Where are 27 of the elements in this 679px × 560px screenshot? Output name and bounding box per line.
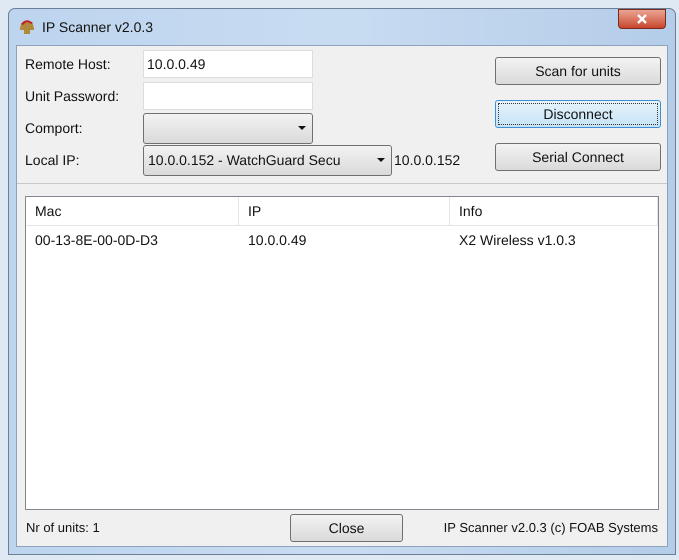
unit-count: Nr of units: 1 — [26, 519, 101, 538]
close-icon — [636, 14, 648, 24]
field-label: Comport: — [25, 118, 84, 138]
dropdown[interactable]: 10.0.0.152 - WatchGuard Secu — [143, 144, 392, 176]
table-cell-text: 10.0.0.49 — [247, 230, 308, 250]
caret-icon — [377, 158, 385, 162]
field-label: Local IP: — [25, 150, 80, 170]
column-header[interactable]: Info — [450, 197, 658, 225]
caret-icon — [298, 126, 306, 130]
column-header[interactable]: Mac — [26, 197, 239, 225]
dropdown[interactable] — [143, 112, 313, 144]
close-button[interactable] — [618, 9, 666, 29]
action-button[interactable]: Disconnect — [495, 100, 661, 128]
input-field[interactable]: 10.0.0.49 — [143, 50, 313, 78]
input-field[interactable] — [143, 82, 313, 110]
field-label: Remote Host: — [25, 54, 112, 74]
copyright-text: IP Scanner v2.0.3 (c) FOAB Systems — [444, 519, 658, 538]
local-ip-text: 10.0.0.152 — [394, 150, 460, 170]
window-title: IP Scanner v2.0.3 — [42, 18, 154, 36]
column-header[interactable]: IP — [239, 197, 450, 225]
close-dialog-button[interactable]: Close — [290, 514, 403, 542]
field-label: Unit Password: — [25, 86, 120, 106]
action-button[interactable]: Scan for units — [495, 57, 661, 85]
table-cell-text: X2 Wireless v1.0.3 — [458, 230, 577, 250]
action-button[interactable]: Serial Connect — [495, 143, 661, 171]
helmet-icon — [18, 18, 36, 36]
table-cell-text: 00-13-8E-00-0D-D3 — [34, 230, 159, 250]
